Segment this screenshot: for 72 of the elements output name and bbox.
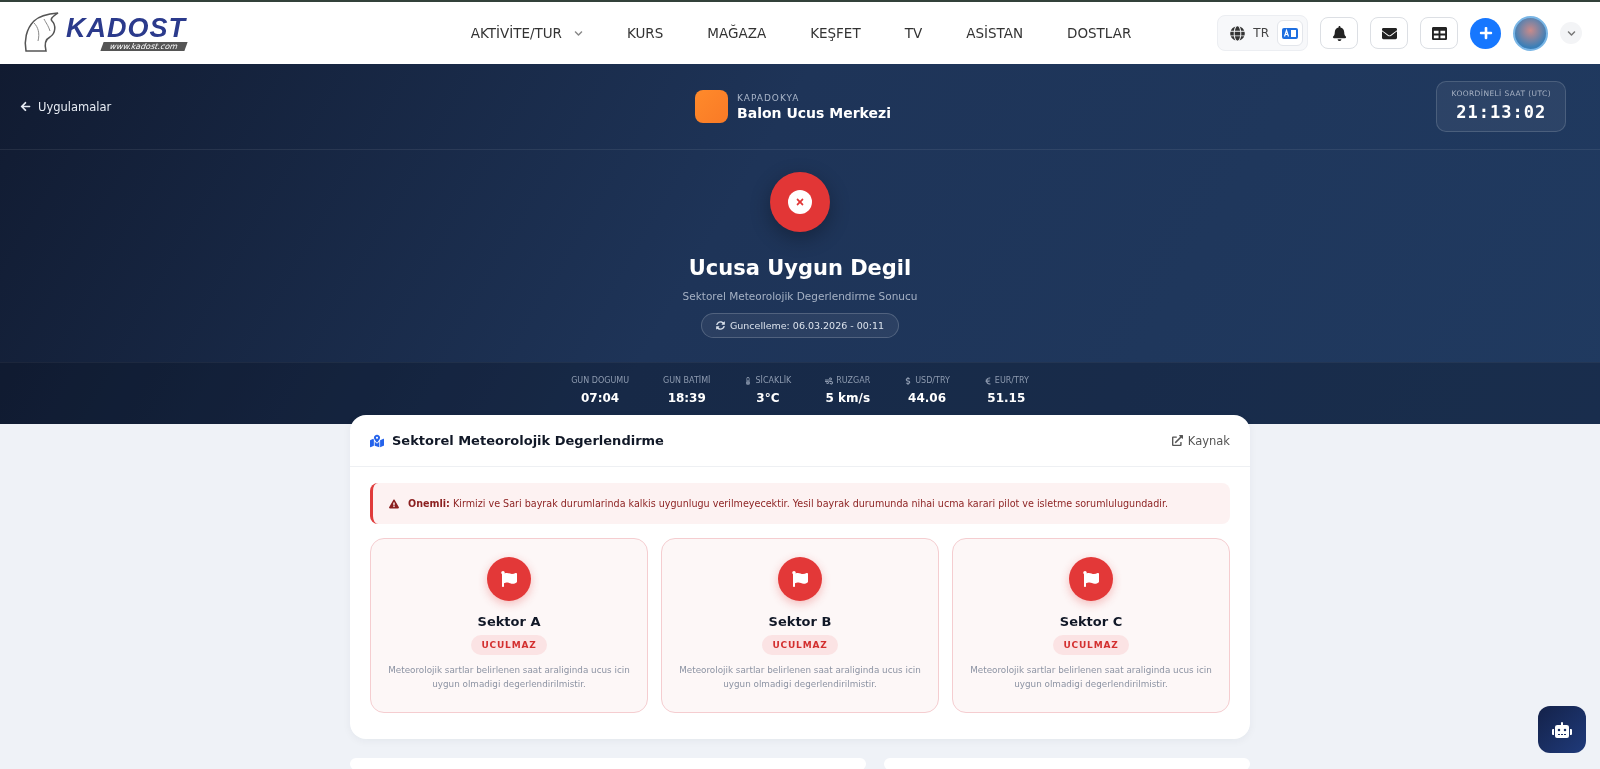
translate-icon <box>1282 27 1298 39</box>
close-icon <box>795 197 805 207</box>
nav-link[interactable]: DOSTLAR <box>1067 25 1132 41</box>
app-title: Balon Ucus Merkezi <box>737 104 891 121</box>
region-label: KAPADOKYA <box>737 92 801 103</box>
grid-icon <box>1431 25 1447 41</box>
status-title: Ucusa Uygun Degil <box>688 256 912 280</box>
nav-link[interactable]: TV <box>904 25 923 41</box>
card-title: Sektorel Meteorolojik Degerlendirme <box>392 433 664 448</box>
sector-name: Sektor C <box>1059 614 1123 629</box>
status-subtitle: Sektorel Meteorolojik Degerlendirme Sonucu <box>682 290 918 302</box>
sector-description: Meteorolojik sartlar belirlenen saat araliginda ucus icin uygun olmadigi degerlendirilmistir. <box>387 664 631 692</box>
wind-icon <box>825 376 834 385</box>
stat-value: 44.06 <box>908 391 947 405</box>
update-time: Guncelleme: 06.03.2026 - 00:11 <box>729 320 885 331</box>
nav-link[interactable]: AKTİVİTE/TUR <box>470 25 583 41</box>
flag-icon <box>1083 571 1099 587</box>
chevron-down-icon <box>574 28 583 38</box>
refresh-icon <box>715 321 725 330</box>
avatar[interactable] <box>1513 15 1548 51</box>
stat-value: 51.15 <box>987 391 1026 405</box>
flag-icon <box>501 571 517 587</box>
messages-button[interactable] <box>1370 17 1408 49</box>
status-badge: UCULMAZ <box>762 635 838 655</box>
status-badge: UCULMAZ <box>471 635 547 655</box>
stat-label: SİCAKLİK <box>755 376 792 385</box>
bell-icon <box>1331 25 1347 41</box>
euro-icon <box>983 376 992 385</box>
clock-time: 21:13:02 <box>1456 102 1547 122</box>
map-icon <box>370 433 384 448</box>
sector-description: Meteorolojik sartlar belirlenen saat araliginda ucus icin uygun olmadigi degerlendirilmistir. <box>678 664 922 692</box>
nav-link[interactable]: ASİSTAN <box>966 25 1024 41</box>
dollar-icon <box>904 376 913 385</box>
external-link-icon <box>1171 435 1183 446</box>
stat-value: 07:04 <box>581 391 620 405</box>
stat-label: GUN DOGUMU <box>571 376 629 385</box>
warning-text: Onemli: Kirmizi ve Sari bayrak durumlarinda kalkis uygunlugu verilmeyecektir. Yesil bayrak durumunda nihai ucma karari pilot ve isletme sorumlulugundadir. <box>408 498 1169 509</box>
apps-grid-button[interactable] <box>1420 17 1458 49</box>
plus-icon <box>1478 26 1493 40</box>
nav-link[interactable]: KEŞFET <box>810 25 861 41</box>
stat-value: 5 km/s <box>825 391 871 405</box>
stat-label: GUN BATİMİ <box>663 376 711 385</box>
app-icon <box>695 90 729 123</box>
logo-wordmark[interactable]: KADOST <box>66 15 186 42</box>
envelope-icon <box>1381 25 1397 41</box>
thermometer-icon <box>744 376 753 385</box>
chatbot-button[interactable] <box>1538 706 1586 753</box>
stat-value: 3°C <box>756 391 780 405</box>
logo-url: www.kadost.com <box>100 42 188 51</box>
notifications-button[interactable] <box>1320 17 1358 49</box>
chevron-down-icon <box>1566 28 1576 38</box>
globe-icon <box>1230 25 1246 41</box>
sector-description: Meteorolojik sartlar belirlenen saat araliginda ucus icin uygun olmadigi degerlendirilmistir. <box>969 664 1213 692</box>
sector-name: Sektor A <box>477 614 541 629</box>
arrow-left-icon <box>20 101 31 112</box>
flag-icon <box>792 571 808 587</box>
translate-button[interactable] <box>1277 20 1303 46</box>
back-link[interactable]: Uygulamalar <box>20 99 696 114</box>
stat-label: EUR/TRY <box>994 376 1029 385</box>
sector-name: Sektor B <box>768 614 832 629</box>
add-button[interactable] <box>1470 17 1501 49</box>
nav-link[interactable]: MAĞAZA <box>707 25 767 41</box>
warning-icon <box>389 498 399 509</box>
robot-icon <box>1552 719 1572 740</box>
stat-value: 18:39 <box>667 391 706 405</box>
stat-label: RUZGAR <box>836 376 871 385</box>
stat-label: USD/TRY <box>915 376 950 385</box>
status-badge: UCULMAZ <box>1053 635 1129 655</box>
account-menu-button[interactable] <box>1560 22 1582 44</box>
language-code[interactable]: TR <box>1253 26 1269 40</box>
nav-link[interactable]: KURS <box>627 25 664 41</box>
source-link[interactable]: Kaynak <box>1171 433 1230 448</box>
